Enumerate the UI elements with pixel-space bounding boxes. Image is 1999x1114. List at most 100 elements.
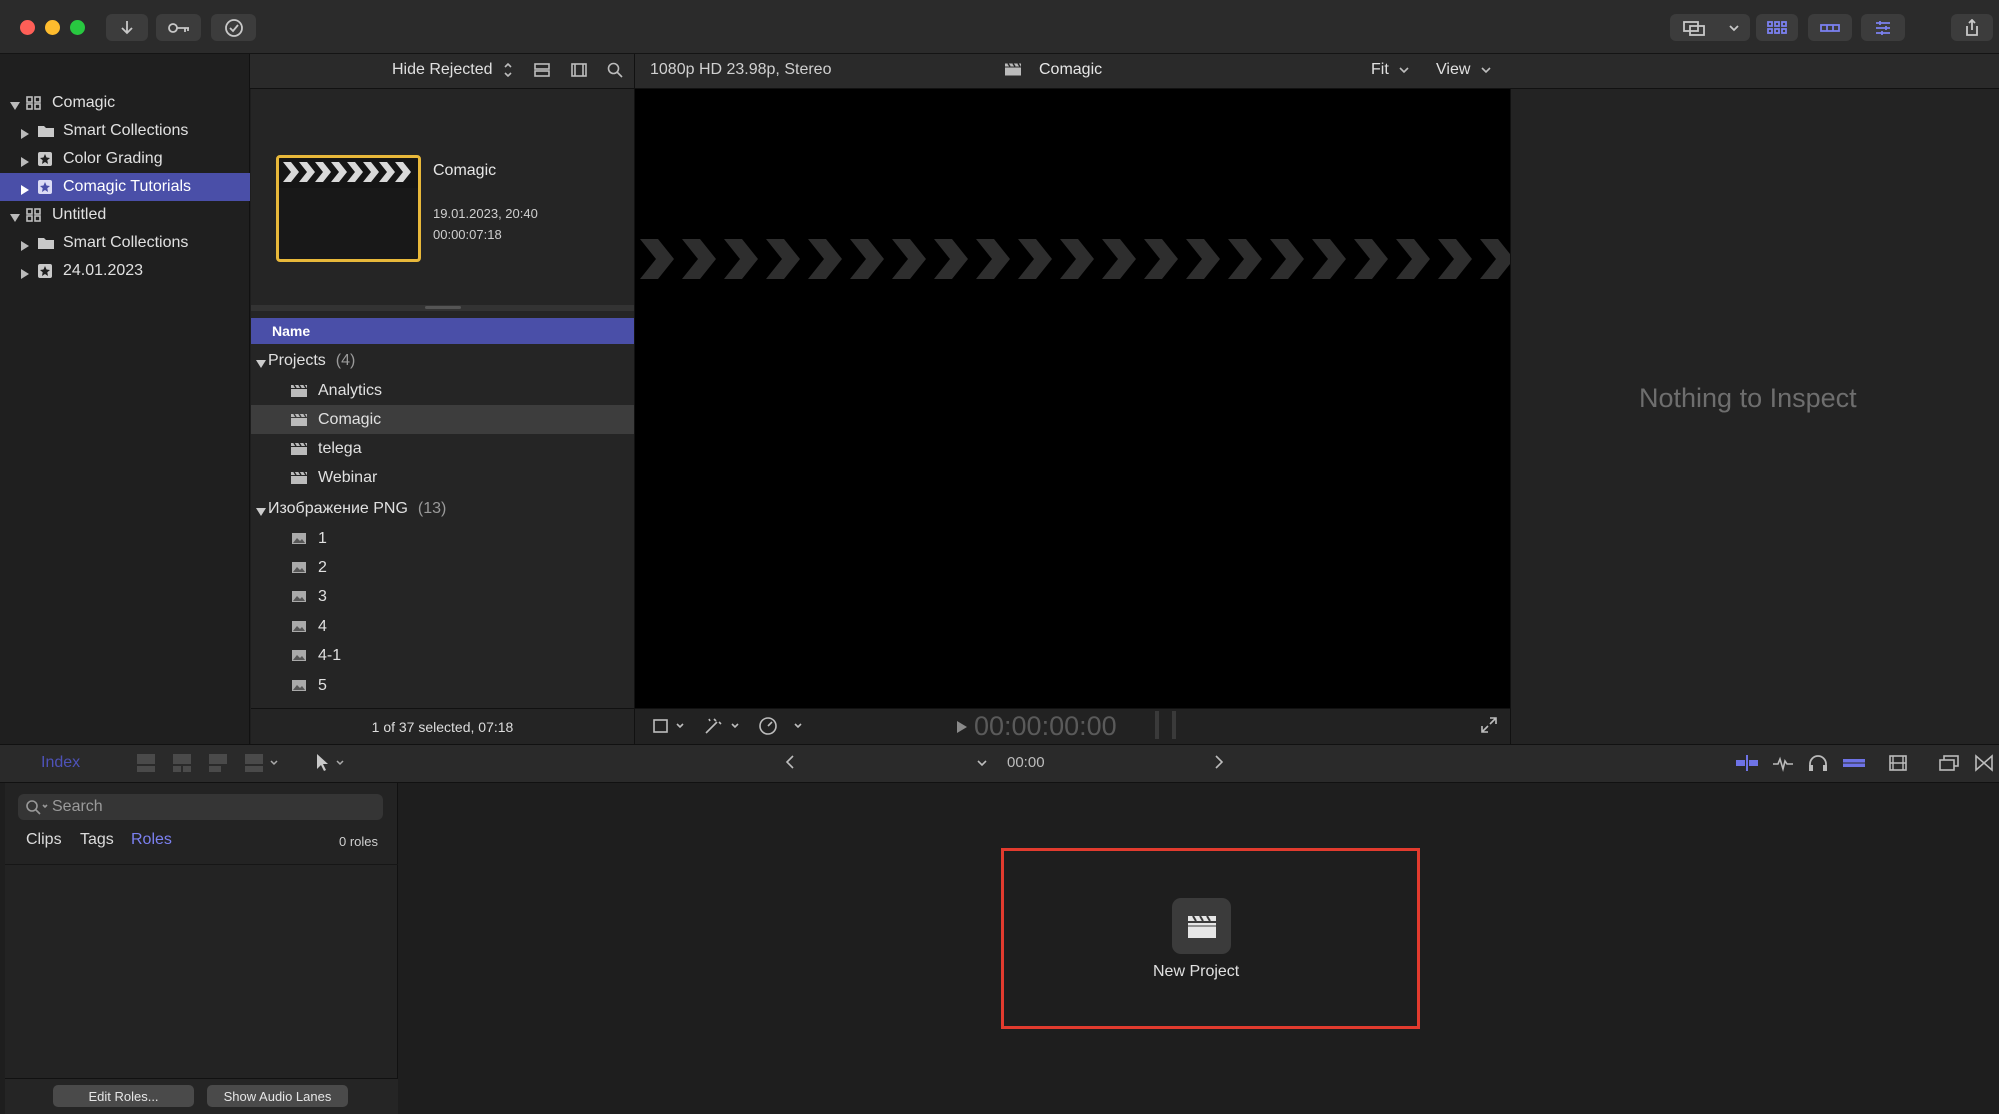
chevron-left-icon <box>785 755 794 769</box>
list-item[interactable]: 2 <box>251 553 634 582</box>
group-projects[interactable]: Projects (4) <box>251 346 634 375</box>
list-item[interactable]: Analytics <box>251 376 634 405</box>
event-icon <box>37 151 53 167</box>
speedometer-icon <box>759 717 802 735</box>
clip-thumbnail[interactable] <box>276 155 421 262</box>
timeline-timecode: 00:00 <box>1007 754 1045 771</box>
list-item[interactable]: 4 <box>251 612 634 641</box>
library-item-comagic-tutorials[interactable]: Comagic Tutorials <box>0 173 250 201</box>
group-png-images[interactable]: Изображение PNG (13) <box>251 494 634 523</box>
audio-skimming-button[interactable] <box>1807 753 1829 778</box>
display-options-button[interactable] <box>1670 14 1750 41</box>
list-item-label: 1 <box>318 529 327 547</box>
import-button[interactable] <box>106 14 148 41</box>
clip-appearance-timeline-button[interactable] <box>1887 753 1909 778</box>
overwrite-clip-button[interactable] <box>242 751 282 780</box>
solo-button[interactable] <box>1841 753 1867 778</box>
browser-splitter[interactable] <box>251 305 634 311</box>
library-label: Color Grading <box>63 150 163 167</box>
list-item-label: 2 <box>318 558 327 576</box>
effects-browser-button[interactable] <box>1938 753 1960 778</box>
clip-date: 19.01.2023, 20:40 <box>433 206 538 221</box>
tab-roles[interactable]: Roles <box>131 831 172 849</box>
effects-icon <box>1939 755 1959 771</box>
disclosure-open-icon <box>10 98 20 110</box>
library-icon <box>25 207 43 223</box>
skimming-icon <box>1773 756 1793 773</box>
list-item[interactable]: 3 <box>251 582 634 611</box>
list-item[interactable]: 4-1 <box>251 641 634 670</box>
viewer-timecode[interactable]: 00:00:00:00 <box>974 711 1117 742</box>
snapping-button[interactable] <box>1734 753 1760 778</box>
insert-clip-button[interactable] <box>170 751 194 780</box>
background-tasks-button[interactable] <box>211 14 256 41</box>
search-icon <box>607 62 623 78</box>
library-item-comagic[interactable]: Comagic <box>0 89 250 117</box>
browser-toggle-button[interactable] <box>1756 14 1798 41</box>
timeline-toggle-button[interactable] <box>1808 14 1852 41</box>
maximize-window-button[interactable] <box>70 20 85 35</box>
skimming-button[interactable] <box>1771 753 1795 778</box>
tab-tags[interactable]: Tags <box>80 831 114 849</box>
new-project-button[interactable] <box>1172 898 1231 954</box>
history-forward-button[interactable] <box>1213 754 1225 775</box>
group-count: (13) <box>417 499 447 517</box>
transitions-browser-button[interactable] <box>1974 753 1994 778</box>
chevron-down-icon[interactable] <box>976 756 988 774</box>
library-item-smart-collections-2[interactable]: Smart Collections <box>0 229 250 257</box>
keywords-button[interactable] <box>156 14 201 41</box>
history-back-button[interactable] <box>784 754 796 775</box>
tool-select-button[interactable] <box>313 751 347 780</box>
play-icon[interactable] <box>955 719 969 740</box>
transform-button[interactable] <box>651 716 685 741</box>
list-item[interactable]: 1 <box>251 524 634 553</box>
project-icon <box>291 471 307 484</box>
connect-clip-button[interactable] <box>134 751 158 780</box>
viewer-canvas[interactable] <box>634 89 1511 708</box>
browser-search-button[interactable] <box>606 61 624 84</box>
clip-title: Comagic <box>433 162 497 179</box>
index-button[interactable]: Index <box>41 754 80 772</box>
library-item-color-grading[interactable]: Color Grading <box>0 145 250 173</box>
image-icon <box>292 650 306 661</box>
library-item-24-01-2023[interactable]: 24.01.2023 <box>0 257 250 285</box>
chevron-down-icon <box>1481 62 1491 83</box>
arrow-pointer-icon <box>317 754 344 771</box>
retime-button[interactable] <box>757 716 805 741</box>
list-item[interactable]: Webinar <box>251 463 634 492</box>
close-window-button[interactable] <box>20 20 35 35</box>
library-item-smart-collections[interactable]: Smart Collections <box>0 117 250 145</box>
clip-appearance-button[interactable] <box>533 61 551 84</box>
filmstrip-view-button[interactable] <box>570 61 588 84</box>
edit-roles-button[interactable]: Edit Roles... <box>53 1085 194 1107</box>
timeline-index-pane <box>5 783 398 1114</box>
view-menu[interactable]: View <box>1436 61 1470 79</box>
show-audio-lanes-button[interactable]: Show Audio Lanes <box>207 1085 348 1107</box>
inspector-toggle-button[interactable] <box>1861 14 1905 41</box>
name-column-header[interactable]: Name <box>251 318 634 344</box>
hide-rejected-filter[interactable]: Hide Rejected <box>392 61 493 79</box>
image-icon <box>292 533 306 544</box>
minimize-window-button[interactable] <box>45 20 60 35</box>
list-item-selected[interactable]: Comagic <box>251 405 634 434</box>
timeline-toolbar <box>0 744 1999 783</box>
inspector-toolbar <box>1510 54 1999 89</box>
list-item[interactable]: 5 <box>251 671 634 700</box>
index-search-field[interactable]: Search <box>18 794 383 820</box>
inspector-view-icon <box>1876 20 1890 35</box>
append-clip-button[interactable] <box>206 751 230 780</box>
disclosure-closed-icon <box>20 238 30 251</box>
list-item[interactable]: telega <box>251 434 634 463</box>
folder-icon <box>37 236 55 250</box>
tab-clips[interactable]: Clips <box>26 831 62 849</box>
image-icon <box>292 621 306 632</box>
share-button[interactable] <box>1951 14 1993 41</box>
fullscreen-button[interactable] <box>1480 716 1498 739</box>
library-label: Untitled <box>52 206 107 223</box>
crop-icon <box>653 719 684 733</box>
library-item-untitled[interactable]: Untitled <box>0 201 250 229</box>
new-project-label[interactable]: New Project <box>1153 963 1239 981</box>
enhance-button[interactable] <box>703 716 743 741</box>
zoom-fit-menu[interactable]: Fit <box>1371 61 1389 79</box>
project-clapper-icon <box>1004 62 1022 82</box>
